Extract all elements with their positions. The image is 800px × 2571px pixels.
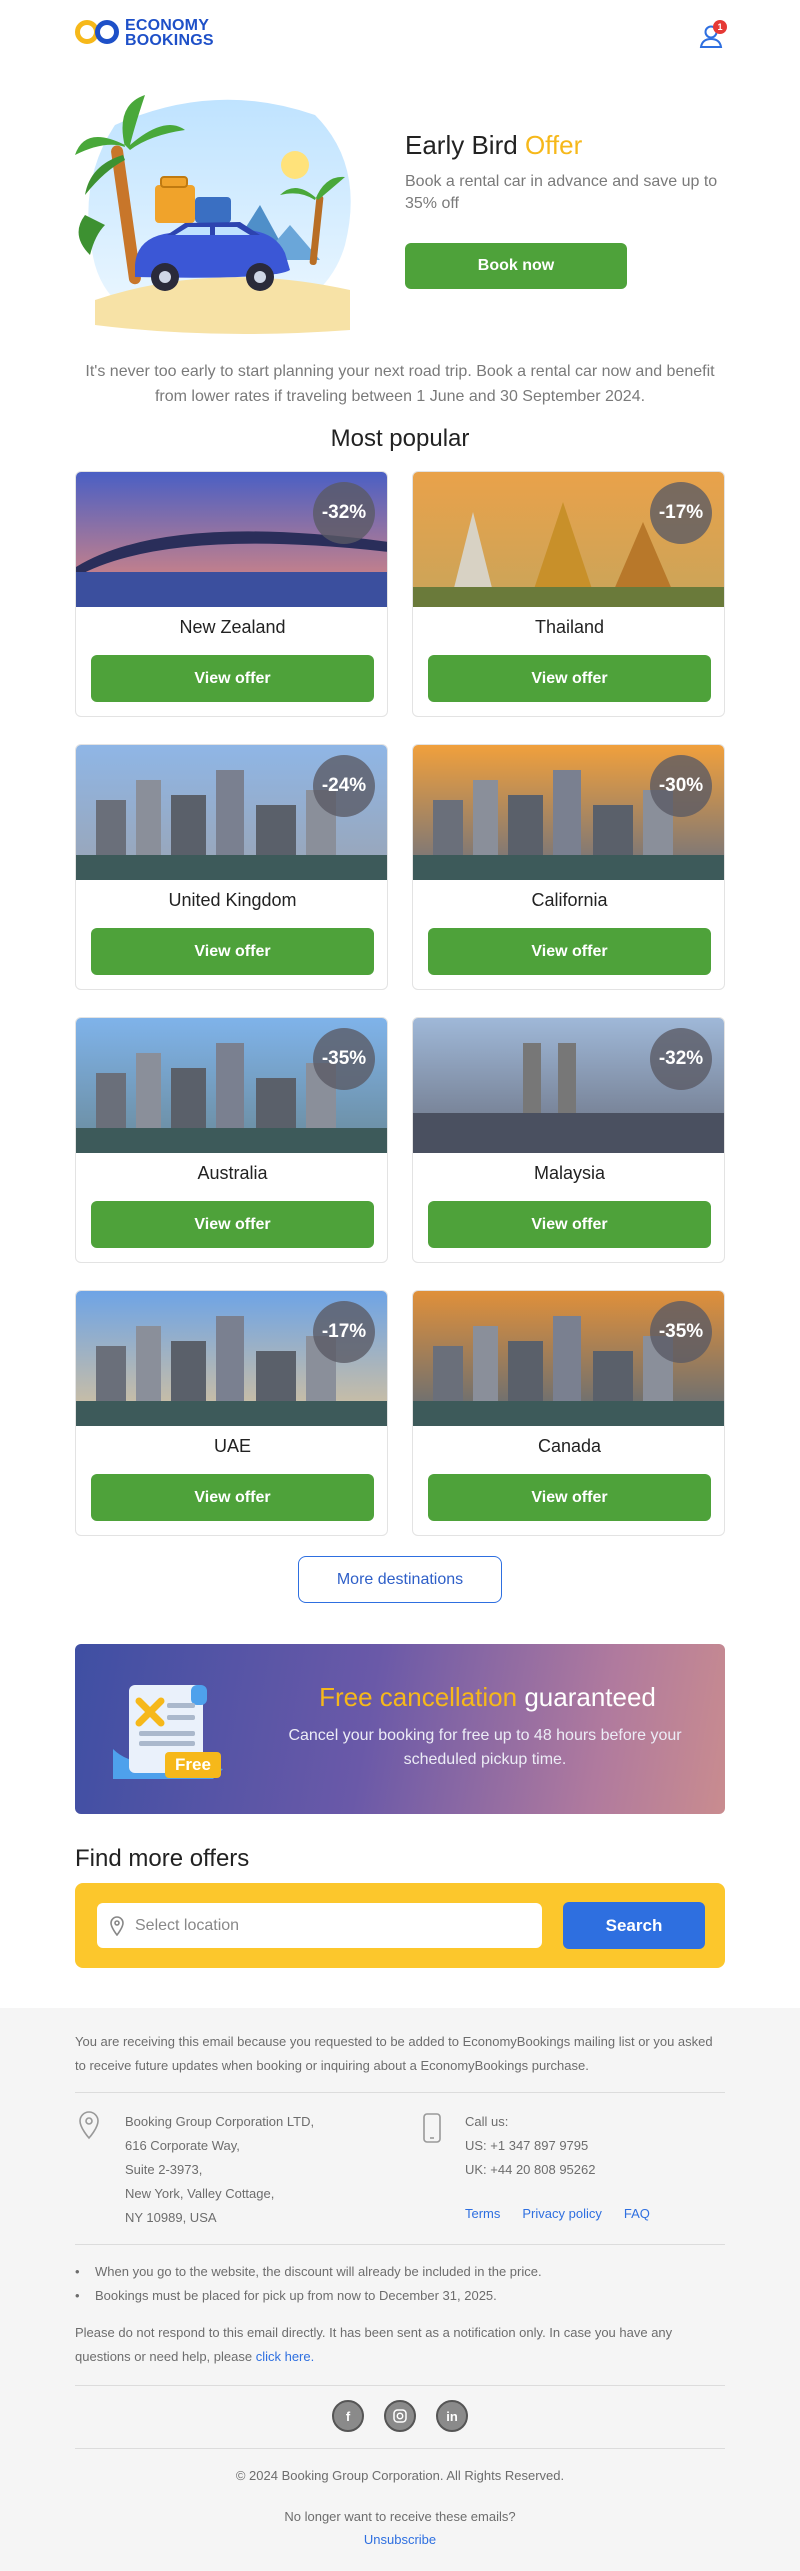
destination-name: Malaysia [533,1163,606,1183]
destination-name: United Kingdom [168,890,297,910]
logo[interactable]: ECONOMY BOOKINGS [75,17,214,49]
logo-mark-icon [75,18,125,48]
search-panel: Select location Search [75,1883,725,1968]
search-button[interactable]: Search [563,1902,705,1949]
destination-card: -17% Thailand View offer [412,471,725,717]
condition-item: Bookings must be placed for pick up from… [75,2284,725,2308]
destination-name: Canada [537,1436,602,1456]
no-reply-notice: Please do not respond to this email dire… [75,2325,673,2364]
unsubscribe-link[interactable]: Unsubscribe [75,2532,725,2547]
intro-text: It's never too early to start planning y… [85,363,715,405]
faq-link[interactable]: FAQ [624,2206,650,2221]
discount-badge: -32% [650,1028,712,1090]
book-now-button[interactable]: Book now [405,243,627,289]
banner-subtitle: Cancel your booking for free up to 48 ho… [288,1727,682,1768]
destination-name: Australia [197,1163,268,1183]
destination-card: -32% New Zealand View offer [75,471,388,717]
copyright: © 2024 Booking Group Corporation. All Ri… [235,2468,565,2483]
social-links: f in [332,2400,468,2434]
discount-badge: -30% [650,755,712,817]
location-pin-icon [110,1916,124,1936]
destination-card: -24% United Kingdom View offer [75,744,388,990]
footer-note: You are receiving this email because you… [75,2034,713,2073]
terms-link[interactable]: Terms [465,2206,500,2221]
free-cancellation-banner: Free Free cancellation guaranteed Cancel… [75,1644,725,1814]
destination-card: -30% California View offer [412,744,725,990]
address-pin-icon [79,2111,99,2140]
free-tag: Free [165,1752,221,1778]
phone-icon [423,2113,441,2143]
hero-title: Early Bird Offer [405,130,583,160]
view-offer-button[interactable]: View offer [428,928,711,975]
destination-card: -35% Australia View offer [75,1017,388,1263]
view-offer-button[interactable]: View offer [428,1201,711,1248]
view-offer-button[interactable]: View offer [428,655,711,702]
banner-title: Free cancellation guaranteed [319,1682,656,1712]
discount-badge: -35% [650,1301,712,1363]
view-offer-button[interactable]: View offer [428,1474,711,1521]
location-input[interactable]: Select location [97,1903,542,1948]
view-offer-button[interactable]: View offer [91,655,374,702]
find-offers-title: Find more offers [75,1845,250,1872]
destination-name: New Zealand [179,617,286,637]
discount-badge: -17% [650,482,712,544]
divider [75,2385,725,2386]
instagram-icon[interactable] [384,2400,416,2432]
privacy-policy-link[interactable]: Privacy policy [522,2206,601,2221]
destination-name: UAE [213,1436,251,1456]
more-destinations-button[interactable]: More destinations [298,1556,502,1603]
footer-links: Terms Privacy policy FAQ [465,2206,672,2221]
discount-badge: -35% [313,1028,375,1090]
linkedin-icon[interactable]: in [436,2400,468,2432]
notification-badge: 1 [713,20,727,34]
discount-badge: -24% [313,755,375,817]
account-icon[interactable]: 1 [697,20,727,50]
discount-badge: -32% [313,482,375,544]
condition-item: When you go to the website, the discount… [75,2260,725,2284]
divider [75,2448,725,2449]
destination-name: Thailand [534,617,605,637]
view-offer-button[interactable]: View offer [91,928,374,975]
destination-name: California [531,890,608,910]
destination-card: -35% Canada View offer [412,1290,725,1536]
divider [75,2092,725,2093]
click-here-link[interactable]: click here. [256,2349,315,2364]
contact-phones: Call us: US: +1 347 897 9795 UK: +44 20 80… [465,2114,596,2177]
footer: You are receiving this email because you… [0,2008,800,2571]
most-popular-title: Most popular [330,425,470,452]
logo-text: ECONOMY BOOKINGS [125,17,214,49]
unsubscribe-question: No longer want to receive these emails? [284,2509,516,2524]
divider [75,2244,725,2245]
company-address: Booking Group Corporation LTD, 616 Corpor… [125,2114,315,2225]
facebook-icon[interactable]: f [332,2400,364,2432]
destination-card: -17% UAE View offer [75,1290,388,1536]
hero-text: Early Bird Offer Book a rental car in ad… [405,130,725,215]
hero-subtitle: Book a rental car in advance and save up… [405,173,718,212]
discount-badge: -17% [313,1301,375,1363]
view-offer-button[interactable]: View offer [91,1474,374,1521]
offer-conditions: When you go to the website, the discount… [75,2260,725,2308]
hero-illustration [75,95,351,334]
view-offer-button[interactable]: View offer [91,1201,374,1248]
header: ECONOMY BOOKINGS 1 [75,17,727,64]
destination-card: -32% Malaysia View offer [412,1017,725,1263]
